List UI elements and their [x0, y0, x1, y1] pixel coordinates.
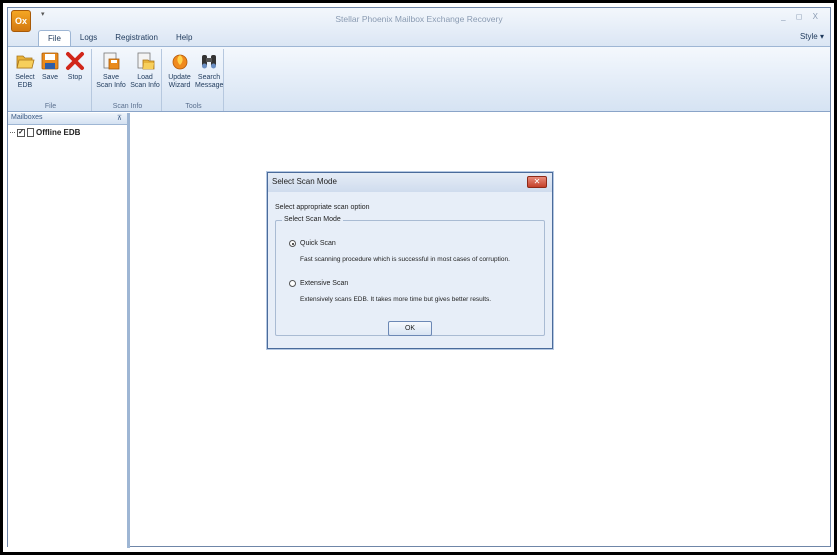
app-window: Ox ▾ Stellar Phoenix Mailbox Exchange Re… — [7, 7, 831, 548]
radio-unselected-icon[interactable] — [289, 280, 296, 287]
dialog-title: Select Scan Mode — [272, 177, 337, 186]
update-wizard-button[interactable]: Update Wizard — [166, 51, 193, 90]
dialog-title-bar: Select Scan Mode ✕ — [268, 173, 552, 192]
dialog-prompt: Select appropriate scan option — [275, 204, 370, 211]
window-title: Stellar Phoenix Mailbox Exchange Recover… — [335, 14, 503, 24]
dialog-body: Select appropriate scan option Select Sc… — [272, 196, 548, 344]
red-x-icon — [66, 52, 84, 70]
ribbon-tabs: File Logs Registration Help — [38, 30, 201, 47]
floppy-disk-icon — [41, 52, 59, 70]
extensive-scan-option[interactable]: Extensive Scan — [289, 280, 348, 287]
screenshot-frame: Ox ▾ Stellar Phoenix Mailbox Exchange Re… — [0, 0, 837, 555]
style-menu[interactable]: Style ▾ — [800, 32, 824, 41]
ok-button[interactable]: OK — [388, 321, 432, 336]
tree-connector — [10, 132, 15, 133]
group-label-file: File — [44, 103, 57, 110]
folder-open-icon — [16, 55, 35, 69]
save-scan-info-button[interactable]: Save Scan Info — [96, 51, 126, 90]
quick-scan-option[interactable]: Quick Scan — [289, 240, 336, 247]
tab-registration[interactable]: Registration — [106, 30, 167, 46]
ribbon-group-file: Select EDB Save Stop File — [10, 49, 92, 111]
stop-button[interactable]: Stop — [65, 51, 85, 82]
ribbon-group-scan-info: Save Scan Info Load Scan Info Scan Info — [94, 49, 162, 111]
close-button[interactable]: ✕ — [527, 176, 547, 188]
search-message-button[interactable]: Search Message — [195, 51, 223, 90]
extensive-scan-label: Extensive Scan — [300, 280, 349, 287]
load-scan-info-icon — [137, 52, 155, 70]
quick-scan-description: Fast scanning procedure which is success… — [300, 256, 510, 263]
select-edb-button[interactable]: Select EDB — [14, 51, 36, 90]
save-scan-info-icon — [103, 52, 120, 70]
document-icon — [27, 128, 34, 137]
tree-item-offline-edb[interactable]: ✓ Offline EDB — [10, 128, 80, 137]
extensive-scan-description: Extensively scans EDB. It takes more tim… — [300, 296, 492, 303]
ribbon: Select EDB Save Stop File Save Scan Info… — [8, 46, 830, 112]
title-bar: Ox ▾ Stellar Phoenix Mailbox Exchange Re… — [8, 8, 830, 47]
scan-mode-group-label: Select Scan Mode — [282, 216, 343, 223]
mailboxes-panel: Mailboxes ⊼ ✓ Offline EDB — [8, 113, 130, 548]
window-controls[interactable]: _ ◻ X — [781, 12, 822, 21]
ribbon-group-tools: Update Wizard Search Message Tools — [164, 49, 224, 111]
save-button[interactable]: Save — [40, 51, 60, 82]
close-icon: ✕ — [533, 177, 541, 186]
load-scan-info-button[interactable]: Load Scan Info — [130, 51, 160, 90]
pin-icon[interactable]: ⊼ — [117, 114, 122, 122]
tab-logs[interactable]: Logs — [71, 30, 106, 46]
mailboxes-panel-title: Mailboxes — [11, 114, 43, 121]
tab-help[interactable]: Help — [167, 30, 201, 46]
tree-item-label: Offline EDB — [36, 128, 81, 137]
binoculars-icon — [202, 55, 216, 69]
radio-selected-icon[interactable] — [289, 240, 296, 247]
tab-file[interactable]: File — [38, 30, 71, 47]
checkbox-icon[interactable]: ✓ — [17, 128, 25, 137]
group-label-scan-info: Scan Info — [112, 103, 143, 110]
quick-scan-label: Quick Scan — [300, 240, 336, 247]
update-wizard-icon — [172, 54, 187, 70]
select-scan-mode-dialog: Select Scan Mode ✕ Select appropriate sc… — [267, 172, 553, 349]
mailboxes-panel-header: Mailboxes ⊼ — [8, 113, 127, 125]
group-label-tools: Tools — [185, 103, 202, 110]
scan-mode-group: Select Scan Mode Quick Scan Fast scannin… — [275, 216, 545, 336]
